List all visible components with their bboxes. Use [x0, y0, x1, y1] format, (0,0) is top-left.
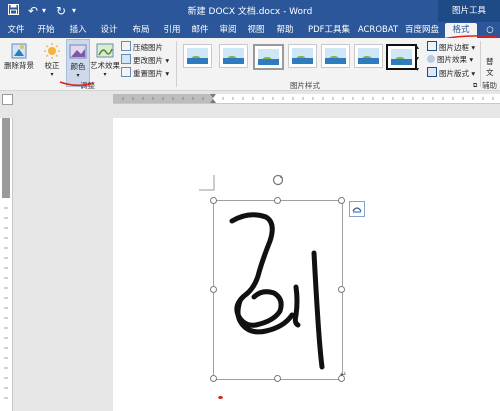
dialog-launcher-icon[interactable]: ⧉	[473, 80, 477, 91]
divider	[480, 41, 481, 87]
divider	[176, 41, 177, 87]
paragraph-mark-icon: ↵	[340, 370, 347, 379]
ribbon-tabs: 文件 开始 插入 设计 布局 引用 邮件 审阅 视图 帮助 PDF工具集 ACR…	[0, 22, 500, 38]
remove-background-button[interactable]: 删除背景	[2, 42, 36, 71]
resize-handle[interactable]	[210, 197, 217, 204]
resize-handle[interactable]	[274, 375, 281, 382]
picture-effects-label: 图片效果	[437, 55, 467, 64]
tab-home[interactable]: 开始	[34, 23, 58, 38]
picture-layout-label: 图片版式	[439, 69, 469, 78]
red-annotation-dot	[218, 396, 223, 399]
window-title: 新建 DOCX 文档.docx - Word	[187, 7, 313, 17]
accessibility-group-label: 辅助	[482, 81, 497, 90]
alt-text-button-line2[interactable]: 文	[486, 67, 494, 78]
chevron-down-icon: ▾	[76, 72, 80, 79]
compress-pictures-button[interactable]: 压缩图片	[121, 41, 163, 52]
picture-style-thumbnail[interactable]	[321, 44, 350, 68]
rotate-handle-icon[interactable]	[271, 173, 285, 187]
artistic-effects-icon	[96, 42, 114, 60]
picture-style-thumbnail[interactable]	[219, 44, 248, 68]
tab-mailings[interactable]: 邮件	[188, 23, 212, 38]
horizontal-ruler[interactable]	[113, 94, 500, 104]
tab-acrobat[interactable]: ACROBAT	[357, 23, 399, 38]
color-picture-icon	[69, 43, 87, 61]
compress-label: 压缩图片	[133, 43, 163, 52]
layout-options-icon	[352, 207, 362, 213]
resize-handle[interactable]	[338, 286, 345, 293]
tab-help[interactable]: 帮助	[273, 23, 297, 38]
corrections-button[interactable]: 校正 ▾	[40, 42, 64, 78]
gallery-more-icon[interactable]: ▾	[416, 64, 419, 75]
selected-picture[interactable]	[213, 200, 343, 380]
chevron-down-icon: ▾	[103, 71, 107, 78]
tab-review[interactable]: 审阅	[216, 23, 240, 38]
border-icon	[427, 41, 437, 51]
red-annotation-color	[59, 81, 95, 87]
tab-view[interactable]: 视图	[244, 23, 268, 38]
vertical-ruler[interactable]	[0, 118, 13, 411]
tab-selector-icon[interactable]	[2, 94, 13, 105]
picture-layout-button[interactable]: 图片版式 ▾	[427, 67, 475, 78]
chevron-down-icon: ▾	[50, 71, 54, 78]
artistic-effects-label: 艺术效果	[90, 61, 120, 70]
tab-insert[interactable]: 插入	[66, 23, 90, 38]
compress-icon	[121, 41, 131, 51]
reset-picture-label: 重置图片	[133, 69, 163, 78]
layout-options-button[interactable]	[349, 201, 365, 217]
tab-file[interactable]: 文件	[4, 23, 28, 38]
picture-border-button[interactable]: 图片边框 ▾	[427, 41, 475, 52]
handwritten-character-image	[229, 212, 325, 370]
change-picture-label: 更改图片	[133, 56, 163, 65]
change-picture-button[interactable]: 更改图片 ▾	[121, 54, 169, 65]
resize-handle[interactable]	[274, 197, 281, 204]
sun-icon	[43, 42, 61, 60]
picture-style-thumbnail[interactable]	[288, 44, 317, 68]
color-label: 颜色	[70, 62, 86, 71]
margin-corner-marker	[199, 175, 215, 191]
tab-design[interactable]: 设计	[97, 23, 121, 38]
picture-tools-context-label: 图片工具	[438, 0, 500, 22]
picture-border-label: 图片边框	[439, 43, 469, 52]
corrections-label: 校正	[44, 61, 60, 70]
tab-references[interactable]: 引用	[160, 23, 184, 38]
picture-style-thumbnail[interactable]	[386, 44, 417, 70]
picture-styles-group-label: 图片样式	[290, 81, 320, 90]
gallery-scroll-up-icon[interactable]: ▴	[416, 42, 419, 53]
reset-picture-button[interactable]: 重置图片 ▾	[121, 67, 169, 78]
picture-style-thumbnail[interactable]	[183, 44, 212, 68]
gallery-scroll-down-icon[interactable]: ▾	[416, 53, 419, 64]
resize-handle[interactable]	[210, 375, 217, 382]
change-picture-icon	[121, 54, 131, 64]
effects-icon	[427, 55, 435, 63]
alt-text-button[interactable]: 替	[486, 56, 494, 67]
picture-effects-button[interactable]: 图片效果 ▾	[427, 54, 473, 65]
picture-style-thumbnail[interactable]	[354, 44, 383, 68]
remove-background-icon	[10, 42, 28, 60]
tab-baidu-netdisk[interactable]: 百度网盘	[402, 23, 442, 38]
title-bar: ↶ ▾ ↻ ▾ 新建 DOCX 文档.docx - Word 图片工具	[0, 0, 500, 22]
layout-icon	[427, 67, 437, 77]
remove-background-label: 删除背景	[4, 61, 34, 70]
picture-style-thumbnail[interactable]	[253, 44, 284, 70]
artistic-effects-button[interactable]: 艺术效果 ▾	[90, 42, 120, 78]
reset-icon	[121, 67, 131, 77]
tab-pdf-tools[interactable]: PDF工具集	[303, 23, 355, 38]
tab-layout[interactable]: 布局	[129, 23, 153, 38]
resize-handle[interactable]	[338, 197, 345, 204]
resize-handle[interactable]	[210, 286, 217, 293]
